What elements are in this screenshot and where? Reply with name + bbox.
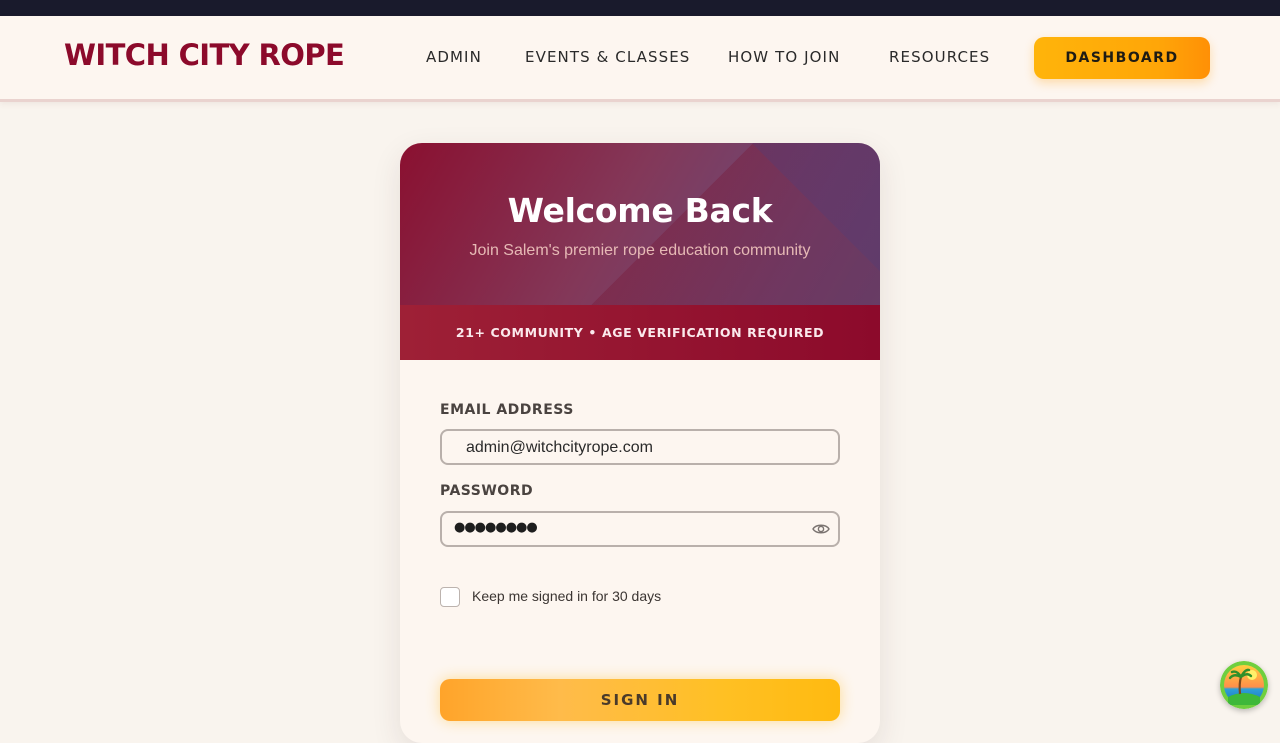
age-verification-banner: 21+ COMMUNITY • AGE VERIFICATION REQUIRE… <box>400 305 880 360</box>
login-subtitle: Join Salem's premier rope education comm… <box>469 242 811 259</box>
nav-link-resources[interactable]: RESOURCES <box>889 48 990 66</box>
site-header: WITCH CITY ROPE ADMIN EVENTS & CLASSES H… <box>0 16 1280 102</box>
email-label: EMAIL ADDRESS <box>440 402 574 418</box>
remember-me-checkbox[interactable] <box>440 587 460 607</box>
login-card: Welcome Back Join Salem's premier rope e… <box>400 143 880 743</box>
email-field[interactable]: admin@witchcityrope.com <box>440 429 840 465</box>
login-title: Welcome Back <box>507 191 773 230</box>
password-field[interactable]: ●●●●●●●● <box>440 511 840 547</box>
nav-link-admin[interactable]: ADMIN <box>426 48 482 66</box>
nav-link-events-classes[interactable]: EVENTS & CLASSES <box>525 48 690 66</box>
beach-palm-icon[interactable] <box>1220 661 1268 709</box>
password-value: ●●●●●●●● <box>454 520 538 535</box>
password-label: PASSWORD <box>440 483 534 499</box>
dashboard-button[interactable]: DASHBOARD <box>1034 37 1210 79</box>
eye-icon[interactable] <box>812 522 830 536</box>
login-card-header: Welcome Back Join Salem's premier rope e… <box>400 143 880 305</box>
sign-in-button[interactable]: SIGN IN <box>440 679 840 721</box>
site-logo[interactable]: WITCH CITY ROPE <box>64 38 345 72</box>
top-strip <box>0 0 1280 16</box>
remember-me-label[interactable]: Keep me signed in for 30 days <box>472 588 661 604</box>
nav-link-how-to-join[interactable]: HOW TO JOIN <box>728 48 840 66</box>
email-value: admin@witchcityrope.com <box>466 439 653 456</box>
